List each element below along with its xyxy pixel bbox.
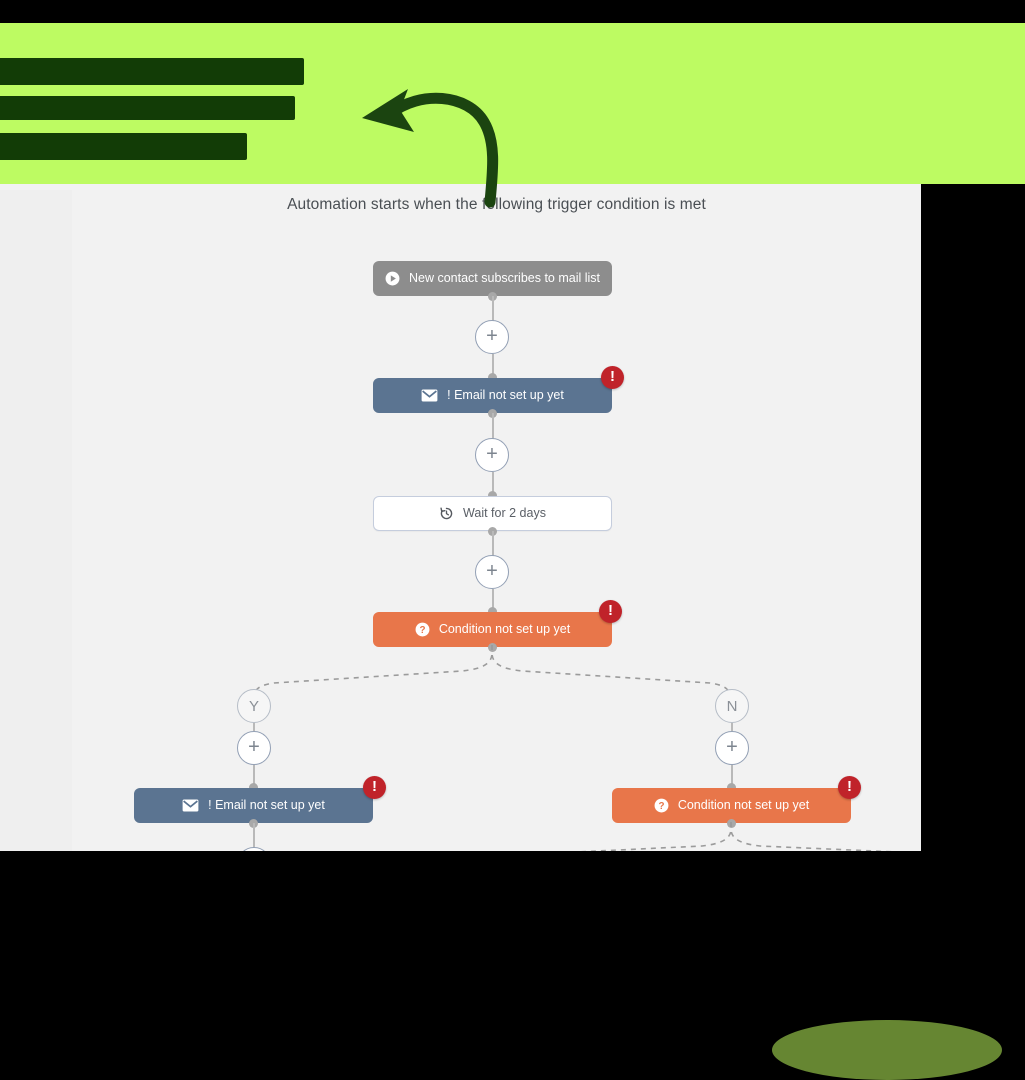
screenshot-crop-top xyxy=(0,0,1025,23)
flow-node-wait-label: Wait for 2 days xyxy=(463,506,546,521)
flow-header-text: Automation starts when the following tri… xyxy=(287,196,706,213)
flow-node-condition-1[interactable]: ? Condition not set up yet xyxy=(373,612,612,647)
play-circle-icon xyxy=(385,271,400,286)
svg-text:?: ? xyxy=(658,801,664,812)
add-step-button-1[interactable]: + xyxy=(475,320,509,354)
error-badge-condition-1-label: ! xyxy=(608,602,613,619)
add-step-label-1: + xyxy=(486,325,498,347)
node-port-condition1-bottom xyxy=(488,643,497,652)
envelope-icon xyxy=(421,389,438,402)
flow-node-email-2[interactable]: ! Email not set up yet xyxy=(134,788,373,823)
flow-node-condition-2[interactable]: ? Condition not set up yet xyxy=(612,788,851,823)
error-badge-email-1-label: ! xyxy=(610,368,615,385)
branch-button-yes-label: Y xyxy=(248,697,259,715)
add-step-label-2: + xyxy=(486,443,498,465)
screenshot-crop-right xyxy=(921,184,1025,888)
flow-node-trigger-label: New contact subscribes to mail list xyxy=(408,271,601,286)
error-badge-email-1[interactable]: ! xyxy=(601,366,624,389)
connector-line-1 xyxy=(492,296,494,322)
app-sidebar-strip xyxy=(0,190,73,851)
add-step-button-yes[interactable]: + xyxy=(237,731,271,765)
connector-line-yes-1 xyxy=(253,723,255,731)
redacted-text-line-1-tail xyxy=(0,65,286,85)
flow-node-wait[interactable]: Wait for 2 days xyxy=(373,496,612,531)
decorative-green-blob-secondary xyxy=(772,1020,1002,1080)
envelope-icon xyxy=(182,799,199,812)
add-step-button-no[interactable]: + xyxy=(715,731,749,765)
add-step-label-3: + xyxy=(486,560,498,582)
error-badge-condition-1[interactable]: ! xyxy=(599,600,622,623)
redacted-text-line-3-tail xyxy=(0,140,221,159)
error-badge-condition-2[interactable]: ! xyxy=(838,776,861,799)
add-step-button-2[interactable]: + xyxy=(475,438,509,472)
error-badge-email-2-label: ! xyxy=(372,778,377,795)
question-circle-icon: ? xyxy=(415,622,430,637)
add-step-label-yes: + xyxy=(248,736,260,758)
connector-line-yes-3 xyxy=(253,823,255,848)
redacted-text-line-2-tail xyxy=(0,102,268,120)
connector-line-5 xyxy=(492,531,494,556)
connector-line-no-1 xyxy=(731,723,733,731)
annotation-banner xyxy=(0,23,1025,184)
svg-text:?: ? xyxy=(419,625,425,636)
connector-line-no-2 xyxy=(731,765,733,785)
branch-button-no[interactable]: N xyxy=(715,689,749,723)
flow-node-trigger[interactable]: New contact subscribes to mail list xyxy=(373,261,612,296)
screenshot-root: Automation starts when the following tri… xyxy=(0,0,1025,1080)
flow-node-email-2-label: ! Email not set up yet xyxy=(208,798,325,813)
flow-node-email-1-label: ! Email not set up yet xyxy=(447,388,564,403)
connector-line-yes-2 xyxy=(253,765,255,785)
error-badge-condition-2-label: ! xyxy=(847,778,852,795)
flow-node-condition-1-label: Condition not set up yet xyxy=(438,622,571,637)
screenshot-crop-bottom xyxy=(0,851,1025,888)
branch-button-no-label: N xyxy=(726,697,738,715)
error-badge-email-2[interactable]: ! xyxy=(363,776,386,799)
flow-node-condition-2-label: Condition not set up yet xyxy=(677,798,810,813)
branch-button-yes[interactable]: Y xyxy=(237,689,271,723)
question-circle-icon: ? xyxy=(654,798,669,813)
clock-rewind-icon xyxy=(439,506,454,521)
connector-line-3 xyxy=(492,413,494,439)
add-step-button-3[interactable]: + xyxy=(475,555,509,589)
flow-node-email-1[interactable]: ! Email not set up yet xyxy=(373,378,612,413)
node-port-condition2-bottom xyxy=(727,819,736,828)
add-step-label-no: + xyxy=(726,736,738,758)
